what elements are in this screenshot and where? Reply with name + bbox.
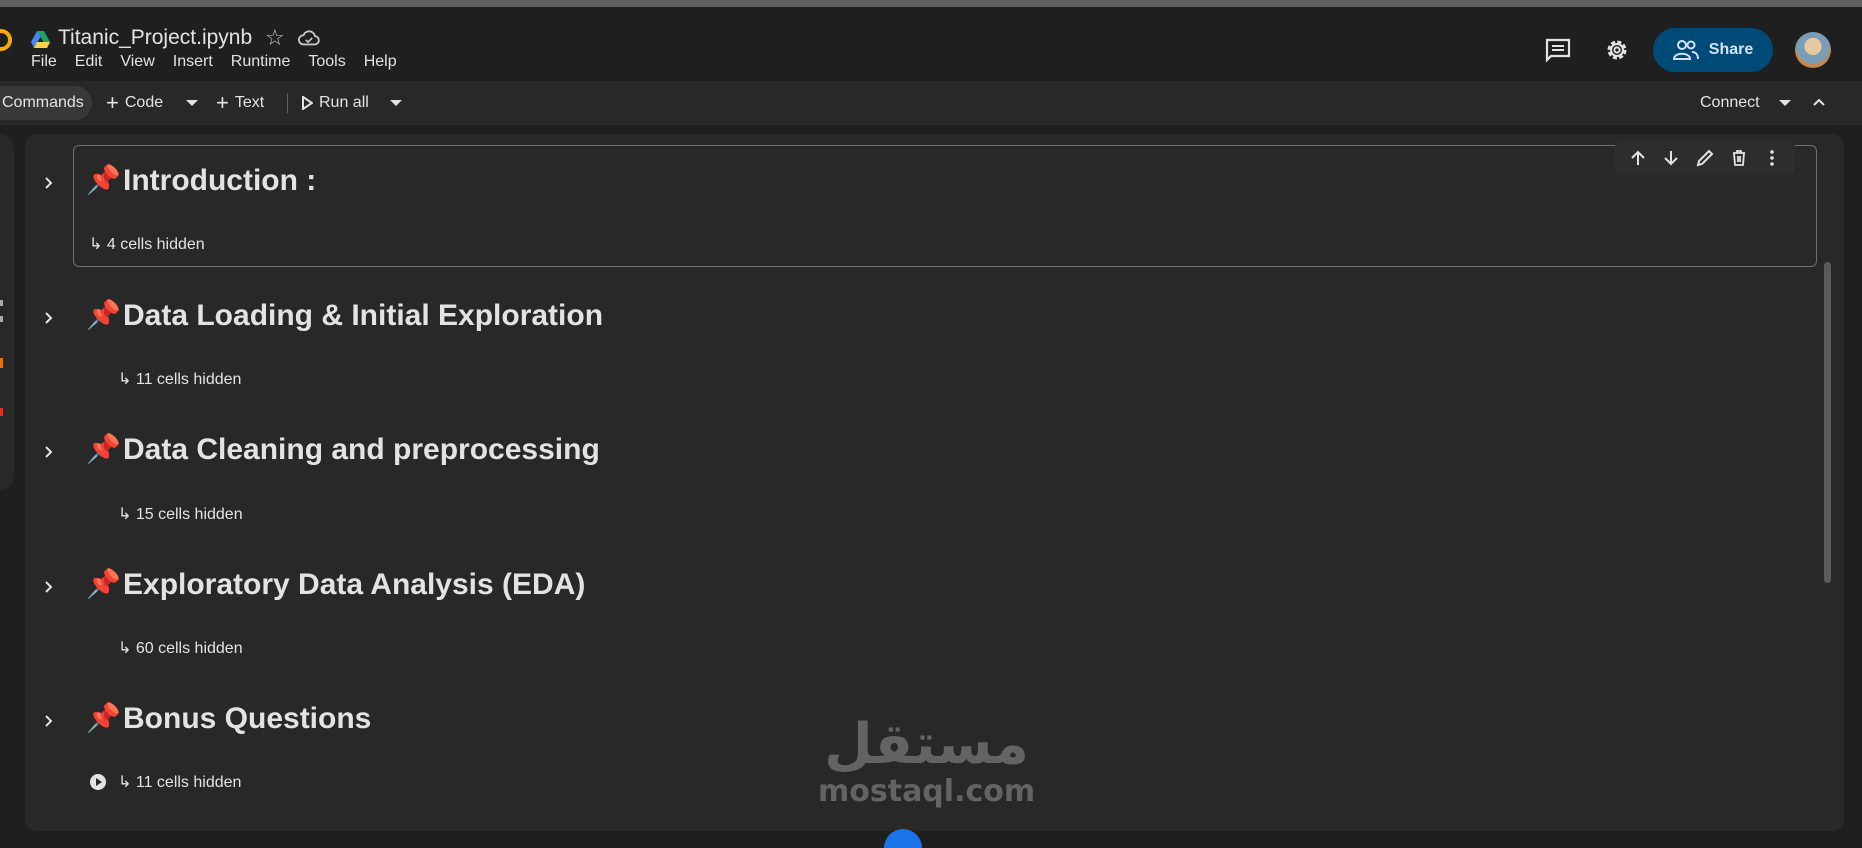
hidden-arrow-icon: ↳ xyxy=(89,236,103,253)
run-cell-icon[interactable] xyxy=(89,773,107,791)
run-all-dropdown[interactable] xyxy=(390,86,402,120)
comment-icon[interactable] xyxy=(1545,38,1571,62)
floating-action-button[interactable] xyxy=(884,829,922,848)
notebook-toolbar: Commands + Code + Text Run all Connect xyxy=(0,81,1862,125)
notebook-title[interactable]: Titanic_Project.ipynb xyxy=(58,26,252,50)
people-icon xyxy=(1672,40,1699,60)
gear-icon[interactable] xyxy=(1604,37,1630,63)
hidden-cells-label: 60 cells hidden xyxy=(135,640,243,657)
add-code-button[interactable]: + Code xyxy=(106,86,163,120)
menu-bar: File Edit View Insert Runtime Tools Help xyxy=(31,53,415,71)
hidden-cells-note[interactable]: ↳ 4 cells hidden xyxy=(89,234,205,254)
watermark-latin: mostaql.com xyxy=(818,774,1036,809)
section-heading: Bonus Questions xyxy=(123,702,372,735)
run-all-label: Run all xyxy=(319,94,369,111)
plus-icon: + xyxy=(106,90,119,115)
caret-down-icon xyxy=(390,100,402,106)
code-dropdown[interactable] xyxy=(186,86,198,120)
hidden-cells-note[interactable]: ↳ 15 cells hidden xyxy=(118,504,243,524)
menu-help[interactable]: Help xyxy=(364,53,397,71)
pushpin-icon: 📌 xyxy=(86,702,121,733)
plus-icon: + xyxy=(216,90,229,115)
menu-edit[interactable]: Edit xyxy=(75,53,103,71)
hidden-arrow-icon: ↳ xyxy=(118,774,132,791)
side-panel-marks xyxy=(0,300,3,416)
cloud-saved-icon[interactable] xyxy=(298,29,320,47)
pushpin-icon: 📌 xyxy=(86,299,121,330)
section-heading: Data Loading & Initial Exploration xyxy=(123,299,604,332)
caret-down-icon xyxy=(186,100,198,106)
avatar[interactable] xyxy=(1795,32,1831,68)
google-drive-icon xyxy=(31,31,50,48)
section-cell-selected[interactable] xyxy=(73,145,1817,267)
pushpin-icon: 📌 xyxy=(86,164,121,195)
app-header: Titanic_Project.ipynb ☆ File Edit View I… xyxy=(0,7,1862,81)
hidden-cells-label: 4 cells hidden xyxy=(106,236,205,253)
hidden-arrow-icon: ↳ xyxy=(118,640,132,657)
chevron-right-icon[interactable] xyxy=(44,176,54,190)
add-text-label: Text xyxy=(234,94,265,111)
hidden-cells-note[interactable]: ↳ 11 cells hidden xyxy=(118,772,241,792)
menu-view[interactable]: View xyxy=(120,53,154,71)
star-icon[interactable]: ☆ xyxy=(265,25,285,51)
colab-logo[interactable] xyxy=(0,29,12,51)
share-label: Share xyxy=(1708,41,1754,58)
watermark-arabic: مستقل xyxy=(824,712,1029,777)
share-button[interactable]: Share xyxy=(1653,28,1773,72)
pushpin-icon: 📌 xyxy=(86,433,121,464)
hidden-cells-note[interactable]: ↳ 11 cells hidden xyxy=(118,369,241,389)
pushpin-icon: 📌 xyxy=(86,568,121,599)
menu-tools[interactable]: Tools xyxy=(308,53,345,71)
chevron-right-icon[interactable] xyxy=(44,580,54,594)
caret-down-icon xyxy=(1779,100,1791,106)
section-heading: Introduction : xyxy=(123,164,317,197)
more-vert-icon[interactable] xyxy=(1762,148,1782,168)
top-strip xyxy=(0,0,1862,7)
menu-insert[interactable]: Insert xyxy=(173,53,213,71)
arrow-down-icon[interactable] xyxy=(1661,148,1681,168)
commands-button[interactable]: Commands xyxy=(0,86,92,120)
add-code-label: Code xyxy=(124,94,164,111)
section-heading: Exploratory Data Analysis (EDA) xyxy=(123,568,586,601)
chevron-right-icon[interactable] xyxy=(44,445,54,459)
section-heading: Data Cleaning and preprocessing xyxy=(123,433,600,466)
cell-toolbar xyxy=(1615,141,1795,175)
hidden-arrow-icon: ↳ xyxy=(118,371,132,388)
edit-pencil-icon[interactable] xyxy=(1695,148,1715,168)
add-text-button[interactable]: + Text xyxy=(216,86,264,120)
connect-button[interactable]: Connect xyxy=(1700,86,1760,120)
hidden-cells-note[interactable]: ↳ 60 cells hidden xyxy=(118,638,243,658)
menu-file[interactable]: File xyxy=(31,53,57,71)
connect-label: Connect xyxy=(1700,94,1760,111)
chevron-right-icon[interactable] xyxy=(44,714,54,728)
hidden-arrow-icon: ↳ xyxy=(118,506,132,523)
watermark: مستقل mostaql.com xyxy=(818,715,1035,809)
chevron-right-icon[interactable] xyxy=(44,311,54,325)
vertical-scrollbar[interactable] xyxy=(1824,262,1831,583)
trash-icon[interactable] xyxy=(1729,148,1749,168)
arrow-up-icon[interactable] xyxy=(1628,148,1648,168)
hidden-cells-label: 11 cells hidden xyxy=(135,371,242,388)
hidden-cells-label: 15 cells hidden xyxy=(135,506,243,523)
run-all-button[interactable]: Run all xyxy=(301,86,369,120)
menu-runtime[interactable]: Runtime xyxy=(231,53,291,71)
play-outline-icon xyxy=(302,96,313,110)
hidden-cells-label: 11 cells hidden xyxy=(135,774,242,791)
connect-dropdown[interactable] xyxy=(1779,86,1791,120)
toolbar-divider xyxy=(287,93,288,113)
chevron-up-icon[interactable] xyxy=(1813,96,1825,108)
